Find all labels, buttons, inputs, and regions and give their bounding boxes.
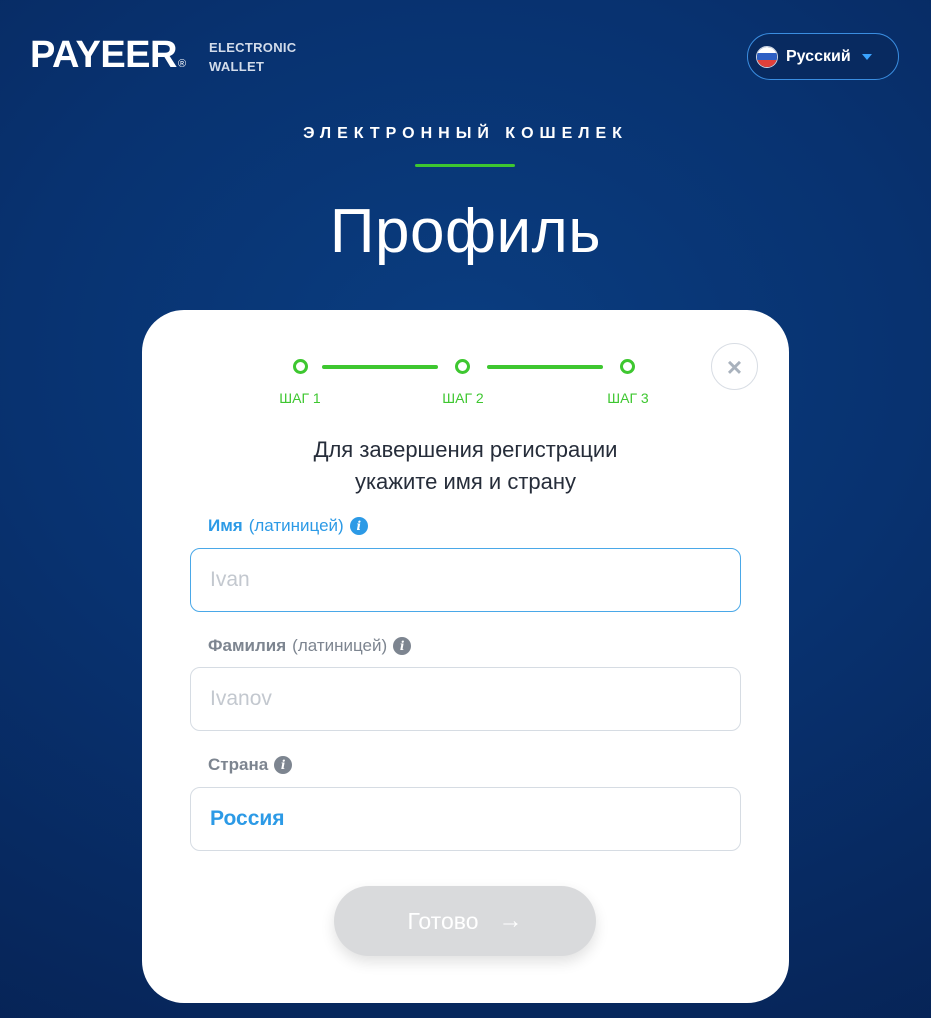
step-1-dot [293, 359, 308, 374]
subtitle-underline [415, 164, 515, 167]
intro-line-1: Для завершения регистрации [313, 437, 618, 462]
tagline-line-2: WALLET [209, 59, 265, 74]
country-label: Страна i [208, 755, 293, 775]
step-connector-1 [322, 365, 438, 369]
first-name-input[interactable] [190, 548, 741, 612]
language-label: Русский [786, 47, 851, 65]
russia-flag-icon [756, 45, 778, 68]
close-icon: × [726, 351, 743, 382]
last-name-label-text: Фамилия [208, 636, 287, 655]
page-title: Профиль [329, 197, 602, 266]
submit-label: Готово [407, 907, 479, 934]
info-icon[interactable]: i [393, 637, 412, 655]
first-name-label-text: Имя [208, 516, 243, 535]
info-icon[interactable]: i [274, 756, 293, 774]
tagline: ELECTRONIC WALLET [209, 38, 297, 76]
country-value: Россия [210, 807, 285, 830]
first-name-hint: (латиницей) [248, 516, 344, 535]
intro-line-2: укажите имя и страну [354, 469, 577, 494]
step-connector-2 [487, 365, 603, 369]
step-1-label: ШАГ 1 [279, 390, 321, 406]
first-name-label: Имя (латиницей) i [208, 516, 368, 536]
info-icon[interactable]: i [349, 517, 368, 535]
arrow-right-icon: → [498, 907, 523, 934]
page-subtitle: ЭЛЕКТРОННЫЙ КОШЕЛЕК [303, 125, 628, 142]
last-name-hint: (латиницей) [292, 636, 388, 655]
step-2-label: ШАГ 2 [442, 390, 484, 406]
tagline-line-1: ELECTRONIC [209, 40, 297, 55]
submit-button[interactable]: Готово → [334, 886, 596, 956]
step-3-dot [620, 359, 635, 374]
logo[interactable]: PAYEER® [30, 36, 186, 74]
intro-text: Для завершения регистрации укажите имя и… [142, 434, 789, 498]
step-2-dot [455, 359, 470, 374]
registered-mark: ® [177, 58, 186, 70]
last-name-label: Фамилия (латиницей) i [208, 636, 412, 656]
country-label-text: Страна [208, 755, 269, 774]
close-button[interactable]: × [711, 343, 758, 390]
logo-text: PAYEER [30, 34, 177, 76]
step-3-label: ШАГ 3 [607, 390, 649, 406]
registration-card: × ШАГ 1 ШАГ 2 ШАГ 3 Для завершения регис… [142, 310, 789, 1003]
chevron-down-icon [861, 53, 872, 60]
last-name-input[interactable] [190, 667, 741, 731]
language-selector[interactable]: Русский [747, 33, 899, 80]
country-select[interactable]: Россия [190, 787, 741, 851]
